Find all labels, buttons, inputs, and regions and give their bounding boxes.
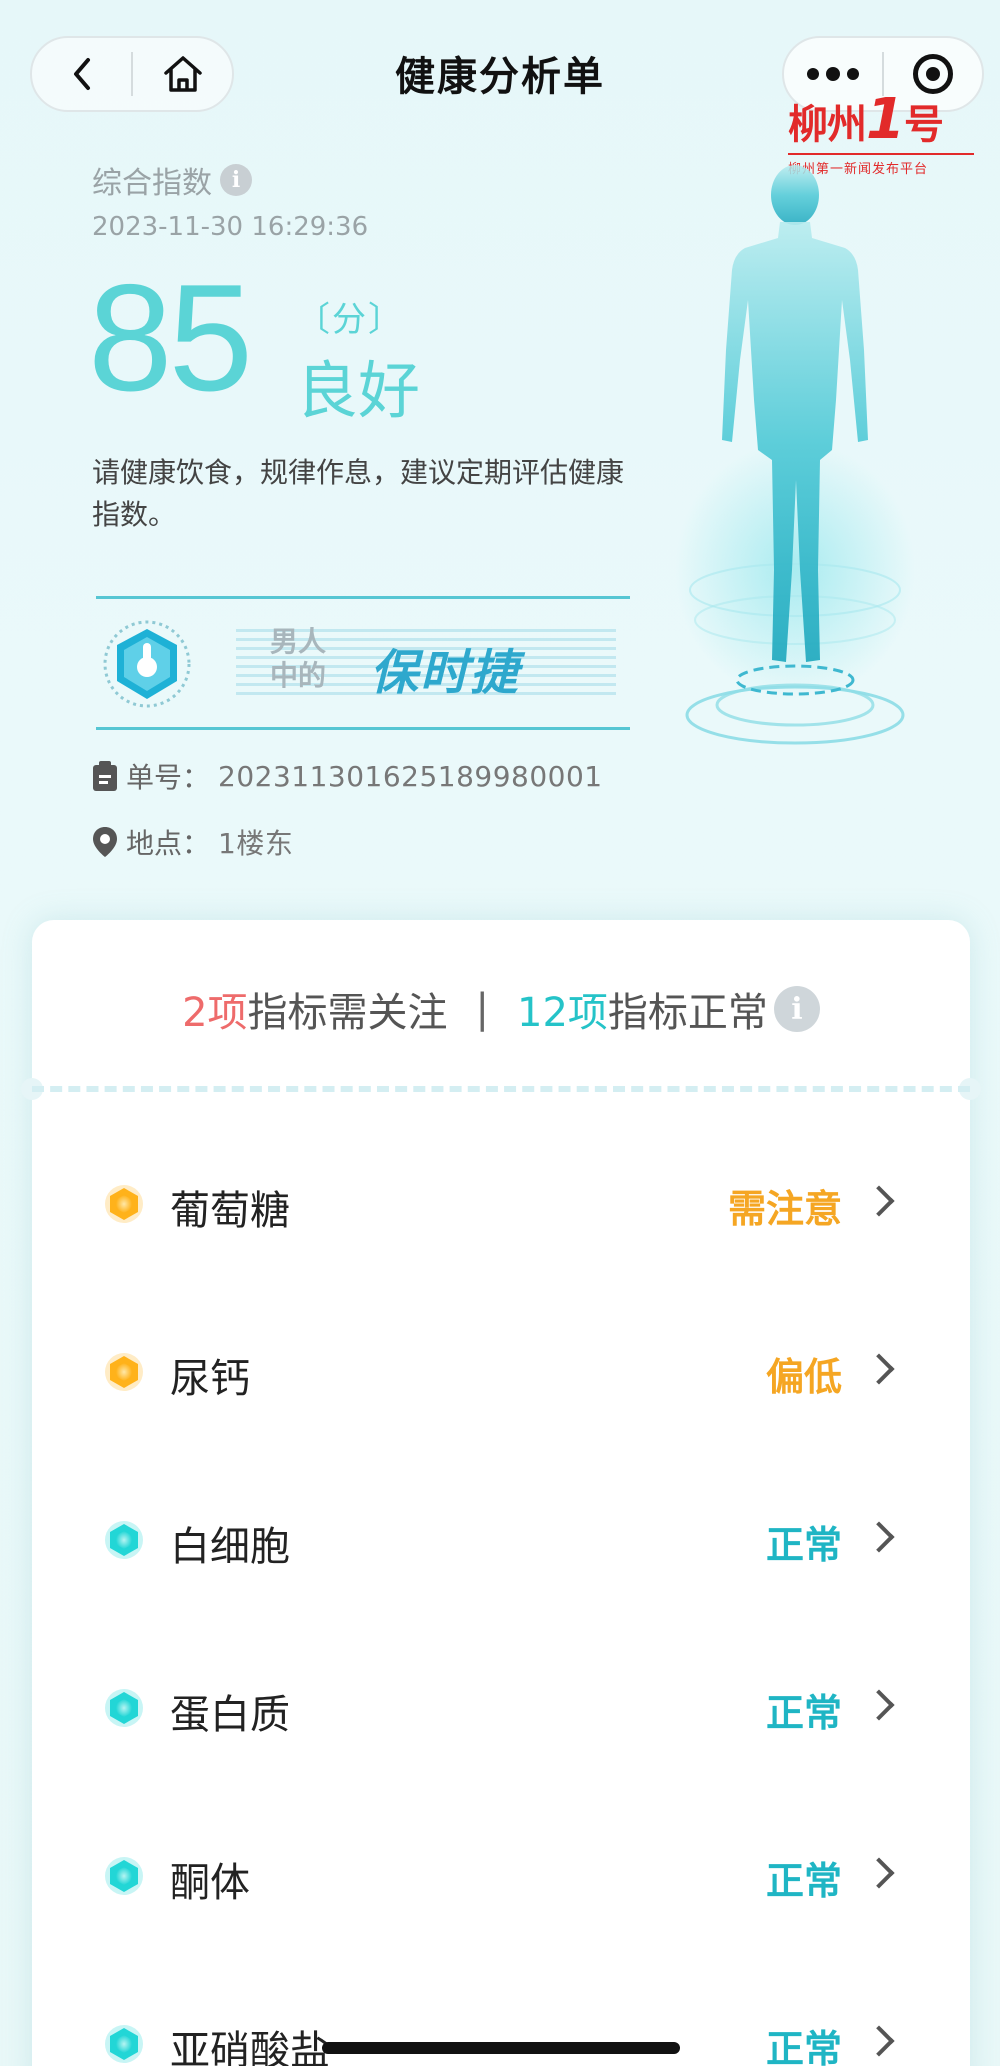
status-hex-icon (105, 1857, 143, 1895)
chevron-right-icon (863, 1353, 895, 1385)
list-item[interactable]: 白细胞 正常 (32, 1466, 970, 1634)
indicator-summary: 2项 指标需关注 | 12项 指标正常 i (32, 980, 970, 1038)
indicator-name: 蛋白质 (170, 1692, 290, 1738)
location: 地点： 1楼东 (92, 822, 293, 862)
list-item[interactable]: 蛋白质 正常 (32, 1634, 970, 1802)
health-score: 85 (88, 253, 253, 423)
indicator-status: 正常 (765, 2027, 842, 2066)
status-hex-icon (105, 1353, 143, 1391)
health-advice: 请健康饮食，规律作息，建议定期评估健康指数。 (92, 456, 625, 531)
human-body-figure (675, 165, 915, 745)
shield-badge-icon (103, 620, 191, 708)
score-level: 良好 (296, 354, 421, 427)
indicator-status: 正常 (765, 1523, 842, 1567)
list-item[interactable]: 葡萄糖 需注意 (32, 1130, 970, 1298)
more-dots-icon (807, 66, 859, 81)
indicator-status: 需注意 (727, 1187, 842, 1231)
info-icon[interactable]: i (220, 164, 252, 196)
indicator-name: 酮体 (170, 1860, 250, 1906)
nav-bar: 健康分析单 柳州1号 柳州第一新闻发布平台 (0, 0, 1000, 177)
status-hex-icon (105, 1689, 143, 1727)
indicator-name: 亚硝酸盐 (170, 2028, 330, 2066)
status-hex-icon (105, 1185, 143, 1223)
indicator-name: 葡萄糖 (170, 1188, 290, 1234)
indicator-card: 2项 指标需关注 | 12项 指标正常 i 葡萄糖 需注意 尿钙 偏低 白细胞 正常… (21, 920, 981, 2066)
chevron-right-icon (863, 1689, 895, 1721)
info-icon[interactable]: i (773, 986, 820, 1032)
list-item[interactable]: 尿钙 偏低 (32, 1298, 970, 1466)
indicator-status: 偏低 (765, 1355, 842, 1399)
location-pin-icon (93, 827, 117, 857)
report-datetime: 2023-11-30 16:29:36 (92, 212, 369, 242)
chevron-right-icon (863, 1185, 895, 1217)
chevron-right-icon (863, 1521, 895, 1553)
dashed-divider (32, 1086, 970, 1092)
clipboard-icon (93, 761, 117, 791)
chevron-right-icon (863, 2025, 895, 2057)
indicator-name: 尿钙 (170, 1356, 250, 1402)
score-unit: 〔分〕 (296, 300, 404, 340)
list-item[interactable]: 酮体 正常 (32, 1802, 970, 1970)
promo-banner[interactable]: 男人 中的 保时捷 (96, 596, 630, 730)
order-number: 单号： 202311301625189980001 (92, 756, 603, 796)
indicator-status: 正常 (765, 1691, 842, 1735)
mini-program-target-icon (913, 54, 953, 94)
chevron-right-icon (863, 1857, 895, 1889)
indicator-name: 白细胞 (170, 1524, 290, 1570)
banner-highlight: 保时捷 (370, 645, 521, 701)
banner-subtext: 男人 中的 (270, 625, 327, 692)
status-hex-icon (105, 1521, 143, 1559)
home-indicator[interactable] (322, 2042, 680, 2054)
status-hex-icon (105, 2025, 143, 2063)
summary-label: 综合指数 i (92, 158, 252, 202)
indicator-status: 正常 (765, 1859, 842, 1903)
